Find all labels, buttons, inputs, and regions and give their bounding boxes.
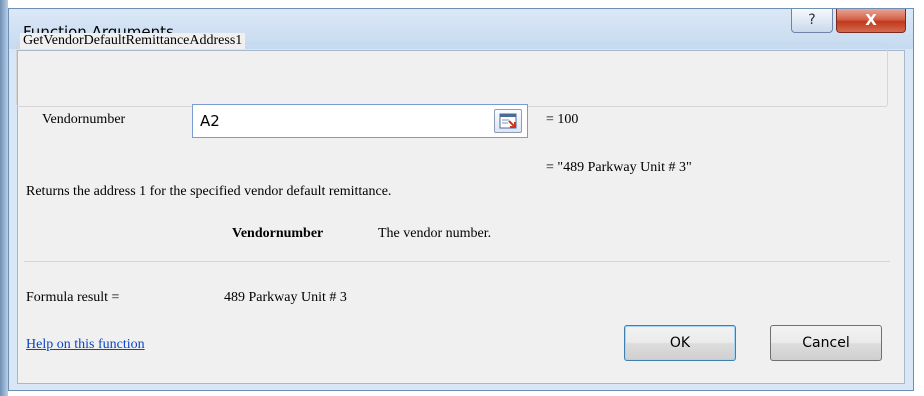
- arguments-group: [16, 43, 888, 107]
- vendornumber-input[interactable]: [192, 104, 528, 138]
- parameter-description: The vendor number.: [378, 226, 492, 241]
- collapse-dialog-icon: [499, 113, 517, 129]
- close-button[interactable]: X: [836, 9, 906, 33]
- help-on-function-link[interactable]: Help on this function: [26, 337, 145, 353]
- close-icon: X: [865, 11, 877, 29]
- formula-result-label: Formula result =: [26, 290, 120, 305]
- cancel-button[interactable]: Cancel: [770, 325, 882, 361]
- function-name: GetVendorDefaultRemittanceAddress1: [20, 33, 246, 49]
- function-description: Returns the address 1 for the specified …: [26, 184, 392, 199]
- help-button[interactable]: ?: [791, 9, 833, 33]
- screen: Function Arguments ? X GetVendorDefaultR…: [0, 0, 924, 396]
- window-edge: [0, 0, 8, 396]
- parameter-name: Vendornumber: [232, 226, 324, 241]
- argument-label: Vendornumber: [42, 112, 126, 127]
- collapse-dialog-button[interactable]: [494, 109, 522, 133]
- formula-result-value: 489 Parkway Unit # 3: [224, 290, 347, 305]
- result-preview: = "489 Parkway Unit # 3": [546, 160, 692, 175]
- divider: [24, 261, 890, 262]
- argument-value: = 100: [546, 112, 579, 127]
- ok-button[interactable]: OK: [624, 325, 736, 361]
- question-icon: ?: [808, 12, 816, 28]
